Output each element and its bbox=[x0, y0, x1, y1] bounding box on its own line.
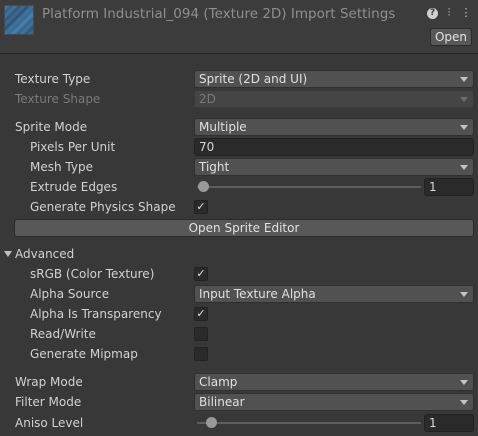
header-icons: ? ⫶ ⋮ bbox=[427, 6, 472, 20]
alpha-is-transparency-row: Alpha Is Transparency ✓ bbox=[0, 305, 478, 325]
texture-thumbnail bbox=[4, 5, 34, 35]
texture-type-value: Sprite (2D and UI) bbox=[199, 72, 308, 86]
generate-physics-shape-label: Generate Physics Shape bbox=[30, 200, 176, 214]
sprite-mode-label: Sprite Mode bbox=[15, 120, 88, 134]
dropdown-arrow-icon bbox=[460, 97, 468, 102]
texture-shape-value: 2D bbox=[199, 92, 216, 106]
advanced-foldout[interactable]: Advanced bbox=[0, 245, 478, 265]
texture-type-label: Texture Type bbox=[15, 72, 91, 86]
advanced-label[interactable]: Advanced bbox=[15, 247, 74, 261]
aniso-level-row: Aniso Level 1 bbox=[0, 414, 478, 434]
generate-physics-shape-checkbox[interactable]: ✓ bbox=[194, 200, 208, 214]
srgb-checkbox[interactable]: ✓ bbox=[194, 267, 208, 281]
texture-type-dropdown[interactable]: Sprite (2D and UI) bbox=[194, 70, 474, 88]
dropdown-arrow-icon bbox=[460, 77, 468, 82]
foldout-arrow-icon[interactable] bbox=[4, 251, 12, 257]
inspector-title: Platform Industrial_094 (Texture 2D) Imp… bbox=[42, 6, 396, 22]
sprite-mode-value: Multiple bbox=[199, 120, 247, 134]
srgb-label: sRGB (Color Texture) bbox=[30, 267, 155, 281]
aniso-level-label: Aniso Level bbox=[15, 416, 84, 430]
alpha-is-transparency-label: Alpha Is Transparency bbox=[30, 307, 162, 321]
open-button[interactable]: Open bbox=[430, 28, 472, 46]
alpha-source-dropdown[interactable]: Input Texture Alpha bbox=[194, 285, 474, 303]
alpha-source-label: Alpha Source bbox=[30, 287, 110, 301]
filter-mode-value: Bilinear bbox=[199, 395, 245, 409]
aniso-level-value: 1 bbox=[429, 416, 437, 430]
generate-mipmap-checkbox[interactable] bbox=[194, 347, 208, 361]
extrude-edges-value: 1 bbox=[429, 180, 437, 194]
texture-shape-dropdown: 2D bbox=[194, 90, 474, 108]
presets-icon[interactable]: ⫶ bbox=[443, 6, 455, 20]
mesh-type-value: Tight bbox=[199, 160, 230, 174]
filter-mode-label: Filter Mode bbox=[15, 395, 82, 409]
wrap-mode-row: Wrap Mode Clamp bbox=[0, 373, 478, 393]
extrude-edges-slider-handle[interactable] bbox=[198, 181, 210, 192]
wrap-mode-label: Wrap Mode bbox=[15, 375, 83, 389]
dropdown-arrow-icon bbox=[460, 380, 468, 385]
aniso-level-field[interactable]: 1 bbox=[424, 414, 474, 432]
aniso-level-slider-handle[interactable] bbox=[205, 417, 217, 428]
srgb-row: sRGB (Color Texture) ✓ bbox=[0, 265, 478, 285]
open-sprite-editor-button[interactable]: Open Sprite Editor bbox=[14, 219, 474, 237]
alpha-source-row: Alpha Source Input Texture Alpha bbox=[0, 285, 478, 305]
sprite-mode-dropdown[interactable]: Multiple bbox=[194, 118, 474, 136]
extrude-edges-row: Extrude Edges 1 bbox=[0, 178, 478, 198]
pixels-per-unit-label: Pixels Per Unit bbox=[30, 140, 116, 154]
aniso-level-slider[interactable] bbox=[197, 422, 421, 424]
mesh-type-label: Mesh Type bbox=[30, 160, 93, 174]
inspector-header: Platform Industrial_094 (Texture 2D) Imp… bbox=[0, 0, 478, 54]
mesh-type-dropdown[interactable]: Tight bbox=[194, 158, 474, 176]
dropdown-arrow-icon bbox=[460, 292, 468, 297]
wrap-mode-dropdown[interactable]: Clamp bbox=[194, 373, 474, 391]
extrude-edges-field[interactable]: 1 bbox=[424, 178, 474, 196]
open-sprite-editor-row: Open Sprite Editor bbox=[0, 219, 478, 239]
mesh-type-row: Mesh Type Tight bbox=[0, 158, 478, 178]
filter-mode-row: Filter Mode Bilinear bbox=[0, 393, 478, 413]
alpha-source-value: Input Texture Alpha bbox=[199, 287, 316, 301]
filter-mode-dropdown[interactable]: Bilinear bbox=[194, 393, 474, 411]
extrude-edges-slider[interactable] bbox=[197, 186, 421, 188]
generate-mipmap-label: Generate Mipmap bbox=[30, 347, 138, 361]
texture-shape-row: Texture Shape 2D bbox=[0, 90, 478, 110]
alpha-is-transparency-checkbox[interactable]: ✓ bbox=[194, 307, 208, 321]
read-write-label: Read/Write bbox=[30, 327, 96, 341]
dropdown-arrow-icon bbox=[460, 125, 468, 130]
texture-shape-label: Texture Shape bbox=[15, 92, 101, 106]
dropdown-arrow-icon bbox=[460, 400, 468, 405]
read-write-checkbox[interactable] bbox=[194, 327, 208, 341]
read-write-row: Read/Write bbox=[0, 325, 478, 345]
pixels-per-unit-value: 70 bbox=[199, 140, 215, 154]
wrap-mode-value: Clamp bbox=[199, 375, 238, 389]
generate-mipmap-row: Generate Mipmap bbox=[0, 345, 478, 365]
pixels-per-unit-field[interactable]: 70 bbox=[194, 138, 474, 156]
pixels-per-unit-row: Pixels Per Unit 70 bbox=[0, 138, 478, 158]
dropdown-arrow-icon bbox=[460, 165, 468, 170]
extrude-edges-label: Extrude Edges bbox=[30, 180, 118, 194]
generate-physics-shape-row: Generate Physics Shape ✓ bbox=[0, 198, 478, 218]
context-menu-icon[interactable]: ⋮ bbox=[460, 6, 472, 20]
help-icon[interactable]: ? bbox=[427, 8, 438, 19]
texture-type-row: Texture Type Sprite (2D and UI) bbox=[0, 70, 478, 90]
sprite-mode-row: Sprite Mode Multiple bbox=[0, 118, 478, 138]
